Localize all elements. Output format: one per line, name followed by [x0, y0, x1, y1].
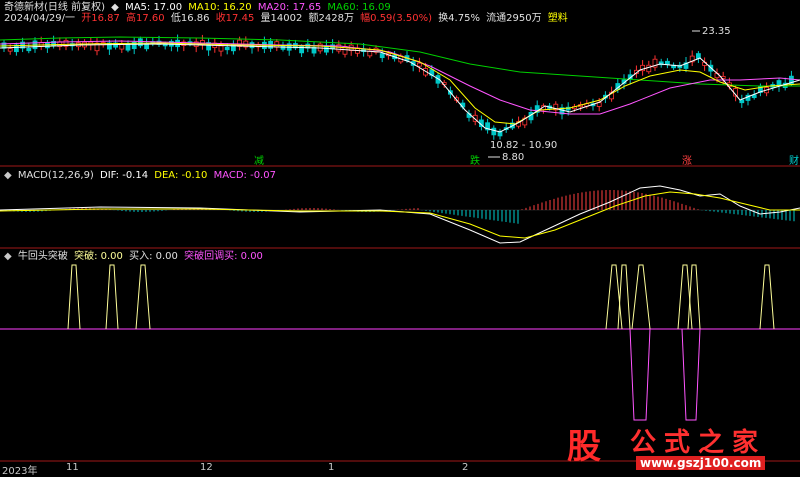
breakout-spike: [135, 264, 151, 330]
axis-label-nov: 11: [66, 462, 79, 473]
candle-body: [7, 48, 13, 52]
indicator-pullback: 突破回调买: 0.00: [184, 251, 263, 262]
breakout-spike: [631, 264, 651, 330]
macd-header: ◆ MACD(12,26,9) DIF: -0.14 DEA: -0.10 MA…: [4, 170, 279, 182]
macd-dif-line: [0, 185, 800, 244]
breakout-series: [67, 264, 775, 330]
axis-label-year: 2023年: [2, 466, 38, 477]
marker-reduce[interactable]: 减: [254, 155, 264, 167]
candle-body: [739, 99, 745, 104]
breakout-spike: [617, 264, 631, 330]
indicator-breakout: 突破: 0.00: [74, 251, 123, 262]
axis-label-dec: 12: [200, 462, 213, 473]
marker-fall[interactable]: 跌: [470, 154, 480, 167]
candle-body: [416, 62, 422, 67]
pullback-buy-series: [629, 328, 701, 421]
candle-body: [665, 60, 670, 65]
candle-body: [646, 64, 652, 73]
axis-label-jan: 1: [328, 462, 335, 473]
candle-body: [379, 53, 385, 59]
watermark-title: 公式之家: [630, 428, 767, 458]
macd-title: MACD(12,26,9): [17, 170, 94, 181]
range-label: 10.82 - 10.90: [490, 140, 557, 151]
macd-dea-line: [0, 191, 800, 239]
high-price-label: 23.35: [702, 26, 731, 37]
macd-value: MACD: -0.07: [213, 170, 276, 181]
watermark-url: www.gszj100.com: [636, 456, 766, 470]
candle-body: [491, 127, 497, 136]
axis-label-feb: 2: [462, 462, 469, 473]
macd-dif: DIF: -0.14: [100, 170, 149, 181]
indicator-header: ◆ 牛回头突破 突破: 0.00 买入: 0.00 突破回调买: 0.00: [4, 251, 266, 263]
watermark: 股 公式之家 www.gszj100.com: [552, 420, 800, 476]
low-price-label: 8.80: [502, 152, 524, 163]
indicator-dot-icon: ◆: [4, 251, 12, 262]
watermark-logo-icon: 股: [567, 427, 601, 467]
breakout-spike: [687, 264, 701, 330]
candle-body: [224, 46, 230, 51]
breakout-spike: [759, 264, 775, 330]
indicator-buy: 买入: 0.00: [129, 251, 178, 262]
breakout-spike: [105, 264, 119, 330]
macd-dot-icon: ◆: [4, 170, 12, 181]
candle-body: [218, 45, 224, 52]
marker-finance[interactable]: 财: [789, 154, 799, 167]
indicator-name: 牛回头突破: [17, 251, 68, 262]
candle-body: [26, 48, 32, 52]
ma20-line: [0, 40, 800, 115]
marker-rise[interactable]: 涨: [682, 155, 692, 167]
pullback-buy-spike: [629, 328, 651, 421]
macd-dea: DEA: -0.10: [154, 170, 208, 181]
kline-chart[interactable]: 23.35 10.82 - 10.90 8.80 减 跌 涨 财: [0, 0, 800, 476]
breakout-spike: [67, 264, 81, 330]
candle-body: [119, 43, 125, 50]
pullback-buy-spike: [681, 328, 701, 421]
